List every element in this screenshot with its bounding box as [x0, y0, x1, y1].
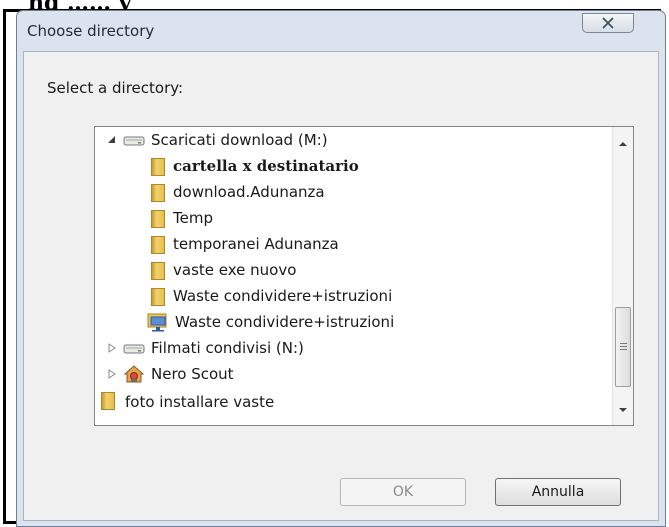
close-x-icon — [602, 17, 614, 29]
tree-item-filmati-condivisi[interactable]: Filmati condivisi (N:) — [107, 335, 304, 361]
collapsed-triangle-icon[interactable] — [107, 369, 117, 379]
tree-item-waste-condividere-network[interactable]: Waste condividere+istruzioni — [147, 309, 394, 335]
tree-item-label: Filmati condivisi (N:) — [151, 339, 304, 357]
folder-icon — [151, 286, 167, 306]
tree-item-label: cartella x destinatario — [173, 157, 359, 175]
scroll-up-arrow-icon[interactable] — [613, 135, 633, 153]
tree-item-scaricati-download[interactable]: Scaricati download (M:) — [107, 127, 328, 153]
window-title: Choose directory — [27, 22, 155, 40]
tree-item-vaste-exe-nuovo[interactable]: vaste exe nuovo — [151, 257, 296, 283]
vertical-scrollbar[interactable] — [612, 127, 633, 425]
tree-item-download-adunanza[interactable]: download.Adunanza — [151, 179, 325, 205]
folder-icon — [101, 390, 119, 414]
collapsed-triangle-icon[interactable] — [107, 343, 117, 353]
tree-item-cartella-x-destinatario[interactable]: cartella x destinatario — [151, 153, 359, 179]
tree-item-label: foto installare vaste — [125, 393, 275, 411]
expanded-triangle-icon[interactable] — [107, 135, 117, 145]
cancel-button[interactable]: Annulla — [495, 478, 621, 506]
scroll-down-arrow-icon[interactable] — [613, 401, 633, 419]
scrollbar-thumb[interactable] — [615, 307, 631, 387]
folder-icon — [151, 156, 167, 176]
tree-item-label: vaste exe nuovo — [173, 261, 297, 279]
tree-item-label: download.Adunanza — [173, 183, 325, 201]
drive-icon — [123, 344, 145, 354]
folder-icon — [151, 234, 167, 254]
drive-icon — [123, 136, 145, 146]
folder-icon — [151, 260, 167, 280]
ok-button[interactable]: OK — [340, 478, 466, 506]
close-button[interactable] — [582, 13, 634, 33]
choose-directory-dialog: Choose directory Select a directory: Sca… — [16, 10, 666, 527]
folder-icon — [151, 182, 167, 202]
directory-tree[interactable]: Scaricati download (M:) cartella x desti… — [94, 126, 634, 426]
tree-item-label: Nero Scout — [151, 365, 234, 383]
tree-item-waste-condividere[interactable]: Waste condividere+istruzioni — [151, 283, 392, 309]
tree-item-label: Scaricati download (M:) — [151, 131, 328, 149]
tree-item-nero-scout[interactable]: Nero Scout — [107, 361, 234, 387]
tree-item-temporanei-adunanza[interactable]: temporanei Adunanza — [151, 231, 339, 257]
select-directory-label: Select a directory: — [47, 79, 184, 97]
tree-item-foto-installare-vaste[interactable]: foto installare vaste — [101, 389, 274, 415]
tree-item-label: Waste condividere+istruzioni — [173, 287, 393, 305]
tree-item-label: temporanei Adunanza — [173, 235, 339, 253]
folder-icon — [151, 208, 167, 228]
tree-item-label: Waste condividere+istruzioni — [175, 313, 395, 331]
tree-item-label: Temp — [173, 209, 213, 227]
nero-scout-icon — [123, 365, 145, 383]
dialog-body: Select a directory: Scaricati download (… — [23, 51, 659, 521]
tree-item-temp[interactable]: Temp — [151, 205, 213, 231]
network-folder-icon — [147, 313, 167, 332]
